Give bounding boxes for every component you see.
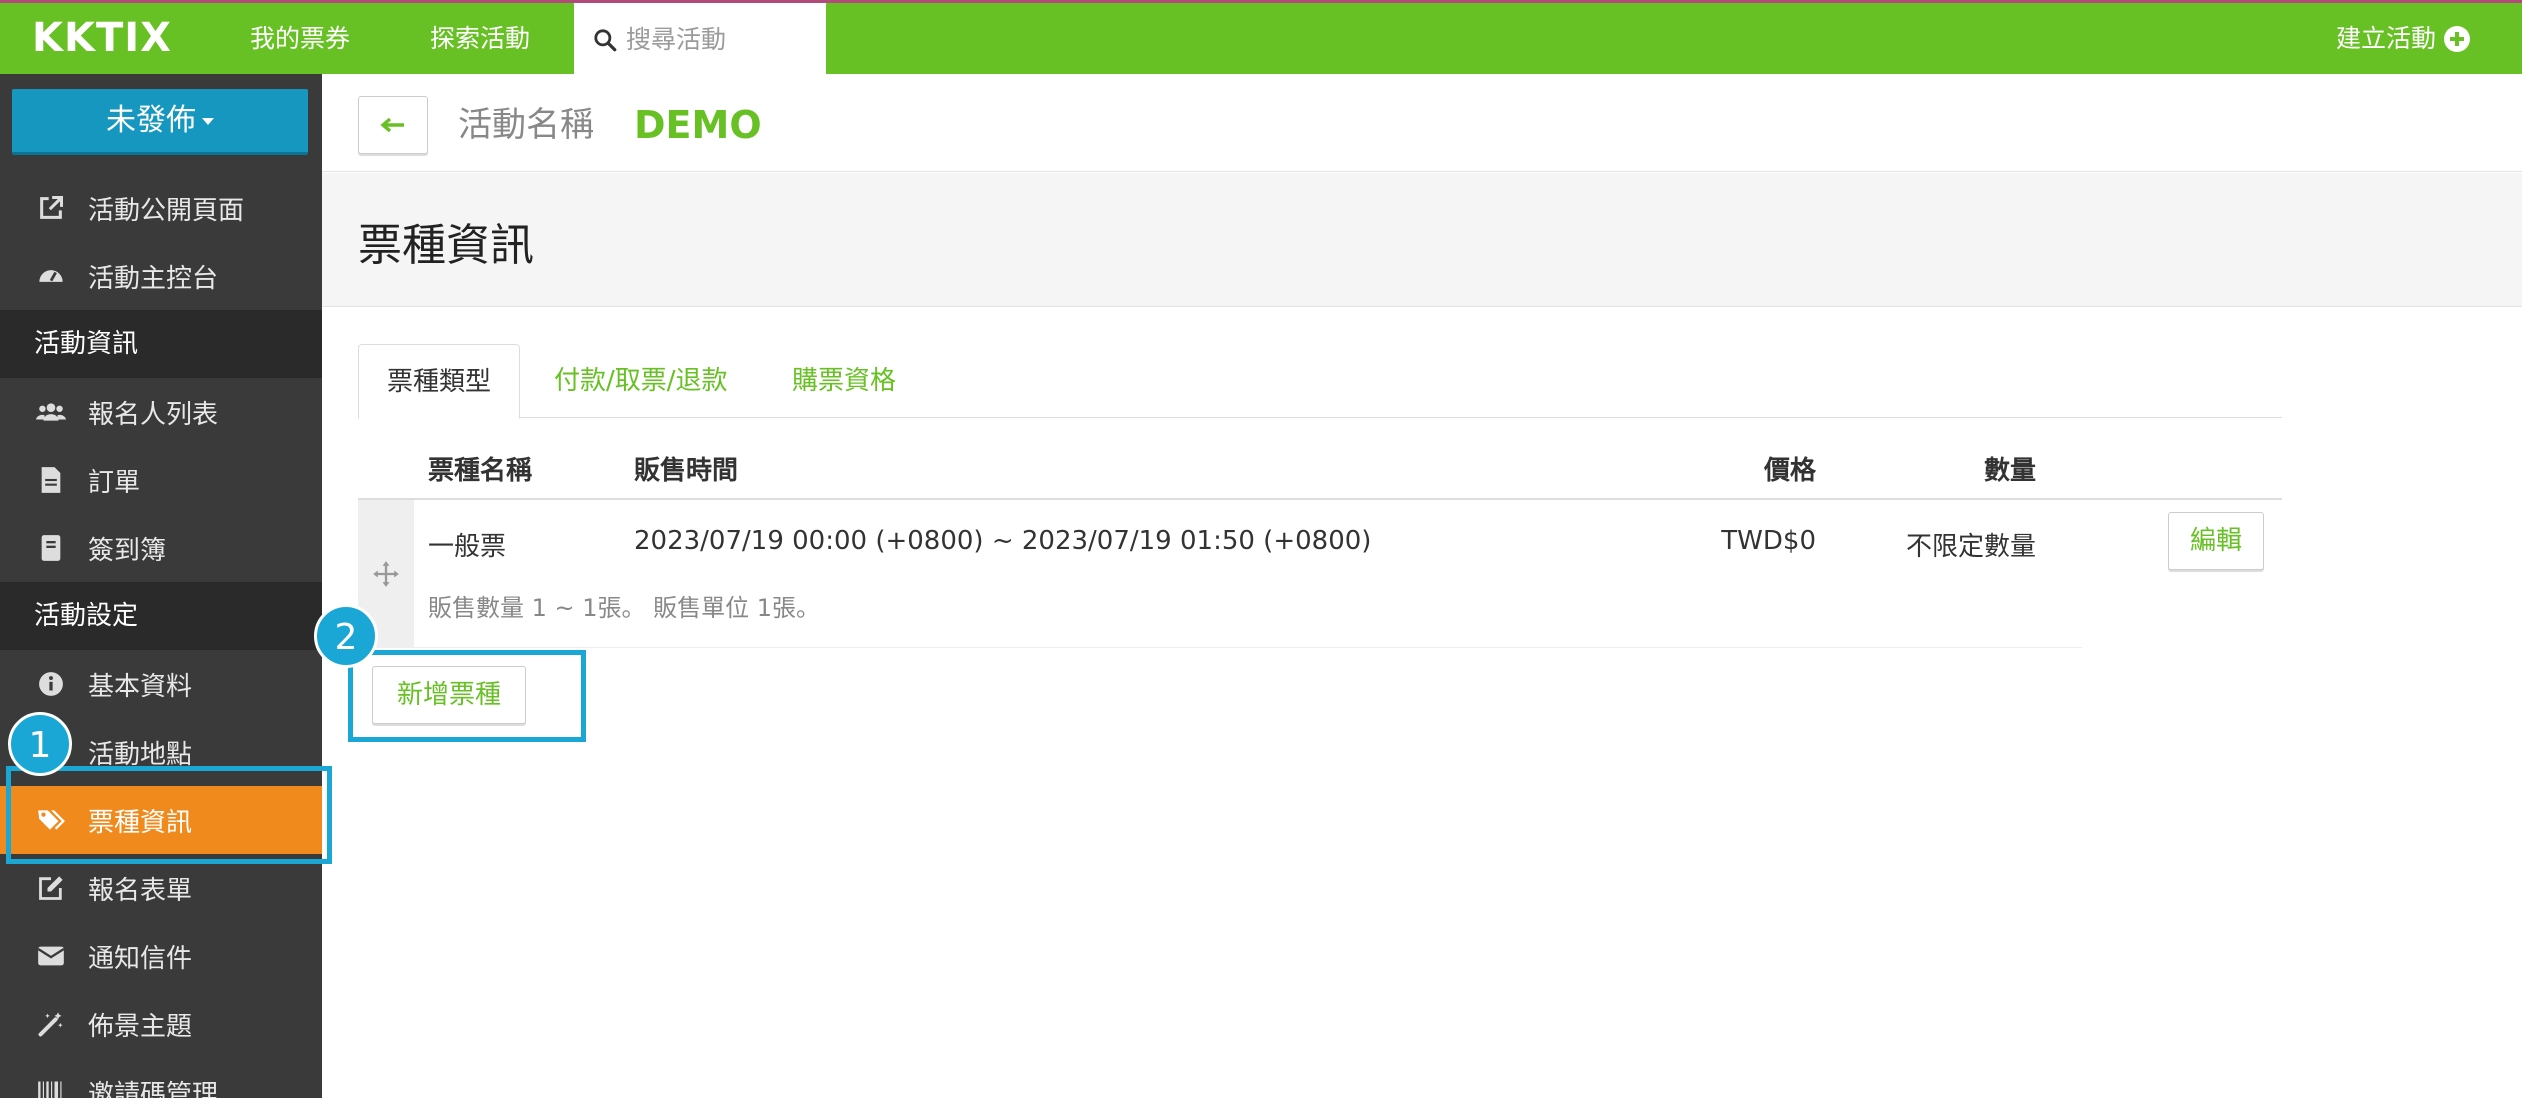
ticket-tabs: 票種類型 付款/取票/退款 購票資格 [358,344,2282,419]
back-button[interactable] [358,96,428,154]
arrow-left-icon [380,117,404,133]
ticket-price: TWD$0 [1721,526,1816,556]
sidebar-item-label: 活動主控台 [88,263,219,294]
magic-wand-icon [36,1009,66,1039]
sidebar-item-dashboard[interactable]: 活動主控台 [0,242,322,310]
tab-ticket-types[interactable]: 票種類型 [358,344,521,419]
ticket-quantity: 不限定數量 [1905,532,2036,562]
sidebar-item-basic-info[interactable]: 基本資料 [0,650,322,718]
page-title-bar: 票種資訊 [322,173,2522,307]
edit-ticket-button[interactable]: 編輯 [2168,512,2264,570]
header-ticket-name: 票種名稱 [428,456,533,486]
publish-status-dropdown[interactable]: 未發佈 [12,89,308,155]
external-link-icon [36,193,66,223]
sidebar-item-label: 通知信件 [88,943,193,974]
ticket-sale-detail: 販售數量 1 ~ 1張。 販售單位 1張。 [428,594,821,622]
step-badge-2: 2 [314,604,378,668]
sidebar-item-checkin-book[interactable]: 簽到簿 [0,514,322,582]
top-navbar: KKTIX 我的票券 探索活動 建立活動 [0,0,2522,74]
nav-my-tickets[interactable]: 我的票券 [250,3,350,74]
nav-explore-events[interactable]: 探索活動 [430,3,530,74]
step-badge-1: 1 [8,712,72,776]
barcode-icon [36,1077,66,1098]
info-icon [36,669,66,699]
sidebar: 未發佈 活動公開頁面 活動主控台 活動資訊 報名人列表 訂單 簽到簿 活動設定 [0,74,322,1098]
sidebar-item-orders[interactable]: 訂單 [0,446,322,514]
table-row: 一般票 2023/07/19 00:00 (+0800) ~ 2023/07/1… [358,500,2082,648]
dashboard-icon [36,261,66,291]
sidebar-item-label: 佈景主題 [88,1011,193,1042]
edit-icon [36,873,66,903]
file-icon [36,465,66,495]
sidebar-item-public-page[interactable]: 活動公開頁面 [0,174,322,242]
search-input[interactable] [626,17,816,61]
sidebar-item-registration-form[interactable]: 報名表單 [0,854,322,922]
search-icon [594,29,617,52]
sidebar-item-notification-mail[interactable]: 通知信件 [0,922,322,990]
sidebar-item-label: 活動公開頁面 [88,195,245,226]
users-icon [36,397,66,427]
sidebar-item-label: 基本資料 [88,671,193,702]
sidebar-section-event-settings: 活動設定 [0,582,322,650]
highlight-box-1 [6,766,332,864]
main-content: 活動名稱 DEMO 票種資訊 票種類型 付款/取票/退款 購票資格 票種名稱 販… [322,74,2522,1098]
highlight-box-2 [348,650,586,742]
sidebar-item-label: 簽到簿 [88,535,167,566]
move-icon [373,561,399,587]
caret-down-icon [202,118,214,125]
sidebar-item-label: 報名人列表 [88,399,219,430]
sidebar-item-attendees[interactable]: 報名人列表 [0,378,322,446]
event-name-label: 活動名稱 [458,105,594,145]
sidebar-item-label: 活動地點 [88,739,193,770]
sidebar-section-event-info: 活動資訊 [0,310,322,378]
ticket-name: 一般票 [428,532,507,562]
tab-purchase-eligibility[interactable]: 購票資格 [764,344,924,418]
tab-payment-pickup-refund[interactable]: 付款/取票/退款 [526,344,756,418]
kktix-logo[interactable]: KKTIX [32,15,172,61]
sidebar-item-label: 邀請碼管理 [88,1079,219,1098]
header-sale-time: 販售時間 [634,456,739,486]
ticket-table-header: 票種名稱 販售時間 價格 數量 [358,442,2282,500]
event-name: DEMO [634,103,762,147]
sidebar-item-label: 報名表單 [88,875,193,906]
page-title: 票種資訊 [358,220,534,271]
publish-status-label: 未發佈 [106,103,196,138]
book-icon [36,533,66,563]
create-event-link[interactable]: 建立活動 [2336,3,2470,74]
sidebar-item-theme[interactable]: 佈景主題 [0,990,322,1058]
create-event-label: 建立活動 [2335,24,2436,53]
envelope-icon [36,941,66,971]
header-price: 價格 [1763,456,1816,486]
sidebar-item-label: 訂單 [88,467,141,498]
header-quantity: 數量 [1983,456,2036,486]
plus-circle-icon [2444,25,2470,52]
event-header: 活動名稱 DEMO [322,74,2522,172]
ticket-sale-time: 2023/07/19 00:00 (+0800) ~ 2023/07/19 01… [634,526,1372,556]
sidebar-item-invite-codes[interactable]: 邀請碼管理 [0,1058,322,1098]
search-box [574,3,826,74]
